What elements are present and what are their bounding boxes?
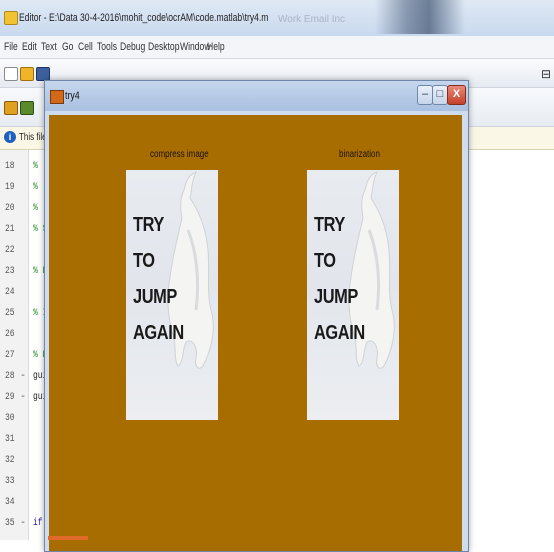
image-text-line: JUMP	[133, 286, 177, 308]
editor-titlebar[interactable]: Editor - E:\Data 30-4-2016\mohit_code\oc…	[0, 0, 554, 36]
image-text-line: TRY	[314, 214, 345, 236]
line-number: 22	[5, 245, 15, 256]
compress-image-axes: TRY TO JUMP AGAIN	[126, 170, 218, 420]
code-text: if	[33, 518, 43, 529]
line-number: 27	[5, 350, 15, 361]
binarization-axes: TRY TO JUMP AGAIN	[307, 170, 399, 420]
code-text: %	[33, 203, 38, 214]
menu-bar: File Edit Text Go Cell Tools Debug Deskt…	[0, 36, 554, 59]
line-number: 18	[5, 161, 15, 172]
image-text-line: JUMP	[314, 286, 358, 308]
line-number: 31	[5, 434, 15, 445]
menu-debug[interactable]: Debug	[120, 41, 145, 53]
dock-icon[interactable]: ⊟	[541, 67, 551, 81]
line-number: 28	[5, 371, 15, 382]
background-window-shadow	[375, 0, 465, 34]
binarization-label: binarization	[339, 149, 380, 160]
close-button[interactable]: X	[447, 85, 466, 105]
figure-titlebar[interactable]: try4 – □ X	[45, 81, 468, 111]
line-number: 21	[5, 224, 15, 235]
figure-canvas: compress image TRY TO JUMP AGAIN binariz…	[49, 115, 462, 551]
code-text: %	[33, 161, 38, 172]
menu-tools[interactable]: Tools	[97, 41, 117, 53]
info-icon: i	[4, 131, 16, 143]
cell-eval-icon[interactable]	[4, 101, 18, 115]
image-text-line: AGAIN	[133, 322, 184, 344]
image-text-line: TRY	[133, 214, 164, 236]
image-text-line: AGAIN	[314, 322, 365, 344]
breakpoint-marker[interactable]: -	[20, 371, 26, 382]
figure-title: try4	[65, 90, 80, 102]
menu-help[interactable]: Help	[207, 41, 225, 53]
line-number: 29	[5, 392, 15, 403]
line-number: 23	[5, 266, 15, 277]
image-text-line: TO	[133, 250, 155, 272]
menu-window[interactable]: Window	[180, 41, 211, 53]
line-number: 25	[5, 308, 15, 319]
menu-edit[interactable]: Edit	[22, 41, 37, 53]
background-window-title: Work Email Inc	[278, 14, 346, 25]
menu-cell[interactable]: Cell	[78, 41, 93, 53]
breakpoint-marker[interactable]: -	[20, 518, 26, 529]
matlab-editor-icon	[4, 11, 18, 25]
figure-icon	[50, 90, 64, 104]
line-number: 26	[5, 329, 15, 340]
taskbar-edge	[48, 536, 88, 540]
line-number: 20	[5, 203, 15, 214]
line-number: 30	[5, 413, 15, 424]
breakpoint-marker[interactable]: -	[20, 392, 26, 403]
image-text-line: TO	[314, 250, 336, 272]
minimize-button[interactable]: –	[417, 85, 433, 105]
editor-title: Editor - E:\Data 30-4-2016\mohit_code\oc…	[19, 12, 269, 24]
new-file-icon[interactable]	[4, 67, 18, 81]
maximize-button[interactable]: □	[432, 85, 448, 105]
line-number: 34	[5, 497, 15, 508]
line-number: 33	[5, 476, 15, 487]
save-icon[interactable]	[36, 67, 50, 81]
line-number: 32	[5, 455, 15, 466]
code-text: %	[33, 182, 38, 193]
menu-file[interactable]: File	[4, 41, 18, 53]
line-number: 35	[5, 518, 15, 529]
line-number: 24	[5, 287, 15, 298]
menu-go[interactable]: Go	[62, 41, 73, 53]
line-number: 19	[5, 182, 15, 193]
open-folder-icon[interactable]	[20, 67, 34, 81]
cell-advance-icon[interactable]	[20, 101, 34, 115]
menu-desktop[interactable]: Desktop	[148, 41, 179, 53]
menu-text[interactable]: Text	[41, 41, 57, 53]
figure-window: try4 – □ X compress image TRY TO JUMP AG…	[44, 80, 469, 552]
compress-image-label: compress image	[150, 149, 209, 160]
